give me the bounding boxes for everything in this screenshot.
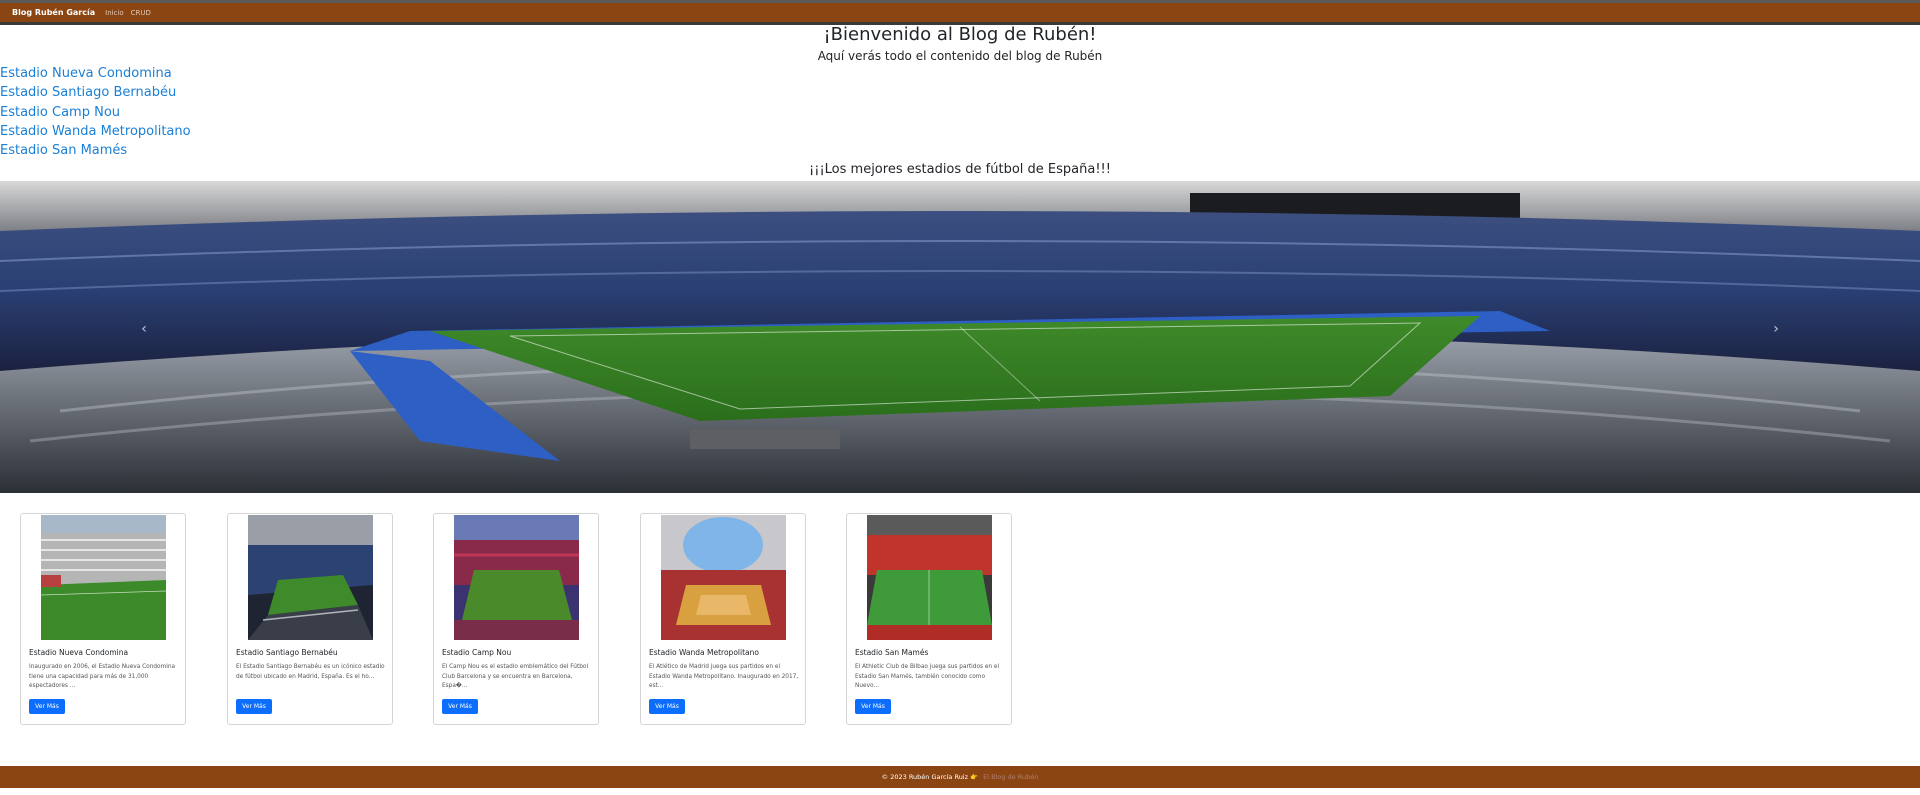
card-title: Estadio Nueva Condomina: [29, 648, 129, 657]
card-santiago-bernabeu: Estadio Santiago Bernabéu El Estadio San…: [227, 513, 393, 725]
ver-mas-button[interactable]: Ver Más: [29, 699, 65, 714]
ver-mas-button[interactable]: Ver Más: [649, 699, 685, 714]
section-title: ¡¡¡Los mejores estadios de fútbol de Esp…: [809, 162, 1111, 177]
card-image: [248, 515, 373, 640]
nav-link-crud[interactable]: CRUD: [131, 9, 151, 17]
ver-mas-button[interactable]: Ver Más: [855, 699, 891, 714]
card-title: Estadio Camp Nou: [442, 648, 512, 657]
card-image: [454, 515, 579, 640]
page-title: ¡Bienvenido al Blog de Rubén!: [823, 24, 1097, 45]
card-text: El Estadio Santiago Bernabéu es un icóni…: [236, 664, 385, 680]
navbar-brand[interactable]: Blog Rubén García: [12, 8, 95, 17]
card-text: El Camp Nou es el estadio emblemático de…: [442, 664, 589, 689]
carousel-prev-icon[interactable]: ‹: [134, 321, 154, 337]
card-title: Estadio Wanda Metropolitano: [649, 648, 759, 657]
stadium-link-santiago-bernabeu[interactable]: Estadio Santiago Bernabéu: [0, 83, 191, 102]
stadium-link-wanda-metropolitano[interactable]: Estadio Wanda Metropolitano: [0, 122, 191, 141]
stadium-link-san-mames[interactable]: Estadio San Mamés: [0, 141, 191, 160]
card-image: [867, 515, 992, 640]
card-title: Estadio San Mamés: [855, 648, 929, 657]
footer: © 2023 Rubén García Ruiz 👉 El Blog de Ru…: [0, 766, 1920, 788]
card-text: Inaugurado en 2006, el Estadio Nueva Con…: [29, 664, 176, 689]
card-nueva-condomina: Estadio Nueva Condomina Inaugurado en 20…: [20, 513, 186, 725]
card-image: [41, 515, 166, 640]
stadium-link-nueva-condomina[interactable]: Estadio Nueva Condomina: [0, 64, 191, 83]
ver-mas-button[interactable]: Ver Más: [442, 699, 478, 714]
card-text: El Atlético de Madrid juega sus partidos…: [649, 664, 799, 689]
card-camp-nou: Estadio Camp Nou El Camp Nou es el estad…: [433, 513, 599, 725]
card-text: El Athletic Club de Bilbao juega sus par…: [855, 664, 1000, 689]
page-subtitle: Aquí verás todo el contenido del blog de…: [817, 49, 1103, 63]
footer-copyright: © 2023 Rubén García Ruiz: [881, 773, 969, 781]
carousel-next-icon[interactable]: ›: [1766, 321, 1786, 337]
pointing-hand-icon: 👉: [970, 773, 979, 781]
navbar: Blog Rubén García Inicio CRUD: [0, 0, 1920, 25]
stadium-carousel[interactable]: ‹ ›: [0, 181, 1920, 493]
card-wanda-metropolitano: Estadio Wanda Metropolitano El Atlético …: [640, 513, 806, 725]
card-title: Estadio Santiago Bernabéu: [236, 648, 338, 657]
carousel-stadium-image: [0, 181, 1920, 493]
card-san-mames: Estadio San Mamés El Athletic Club de Bi…: [846, 513, 1012, 725]
footer-blog-link[interactable]: El Blog de Rubén: [983, 773, 1038, 781]
ver-mas-button[interactable]: Ver Más: [236, 699, 272, 714]
stadium-links-list: Estadio Nueva Condomina Estadio Santiago…: [0, 64, 191, 160]
stadium-link-camp-nou[interactable]: Estadio Camp Nou: [0, 103, 191, 122]
card-image: [661, 515, 786, 640]
nav-link-inicio[interactable]: Inicio: [105, 9, 124, 17]
